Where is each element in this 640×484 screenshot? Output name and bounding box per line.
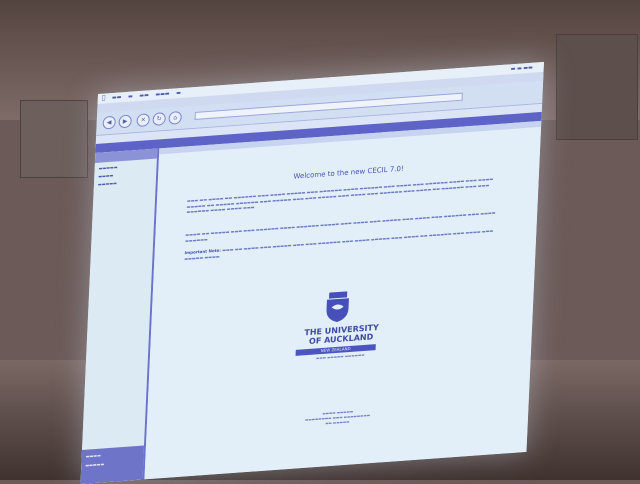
sidebar-footer: ▬▬▬▬ ▬▬▬▬▬ (80, 445, 144, 484)
menu-status-area: ▬ ▬ ▬▬ (510, 64, 533, 73)
home-icon[interactable]: ⌂ (168, 110, 182, 125)
main-content: Welcome to the new CECIL 7.0! ▬▬▬ ▬▬ ▬▬▬… (144, 126, 542, 480)
apple-icon[interactable]:  (102, 94, 106, 101)
back-icon[interactable]: ◀ (102, 115, 116, 130)
important-note-label: Important Note: (184, 247, 221, 256)
menu-item[interactable]: ▬▬ (139, 92, 149, 99)
menu-item[interactable]: ▬▬ (112, 94, 122, 101)
projection-screen:  ▬▬ ▬ ▬▬ ▬▬▬ ▬ ▬ ▬ ▬▬ ◀ ▶ ✕ ↻ ⌂ ▬▬▬▬▬ ▬… (80, 61, 544, 484)
refresh-icon[interactable]: ↻ (152, 112, 166, 126)
forward-icon[interactable]: ▶ (118, 114, 132, 129)
left-speaker (20, 100, 88, 178)
sidebar-item[interactable]: ▬▬▬▬▬ (98, 178, 156, 186)
menu-item[interactable]: ▬▬▬ (155, 91, 169, 98)
sidebar-footer-item[interactable]: ▬▬▬▬ (86, 450, 144, 459)
university-crest-icon (326, 291, 349, 323)
sidebar-footer-item[interactable]: ▬▬▬▬▬ (85, 459, 143, 467)
stop-icon[interactable]: ✕ (136, 113, 150, 128)
right-speaker (556, 34, 638, 140)
menu-item[interactable]: ▬ (128, 93, 133, 99)
page-footer: ▬▬▬▬ ▬▬▬▬▬ ▬▬▬▬▬▬▬▬ ▬▬▬ ▬▬▬▬▬▬▬▬ ▬▬ ▬▬▬▬… (146, 397, 529, 440)
menu-item[interactable]: ▬ (176, 90, 181, 96)
